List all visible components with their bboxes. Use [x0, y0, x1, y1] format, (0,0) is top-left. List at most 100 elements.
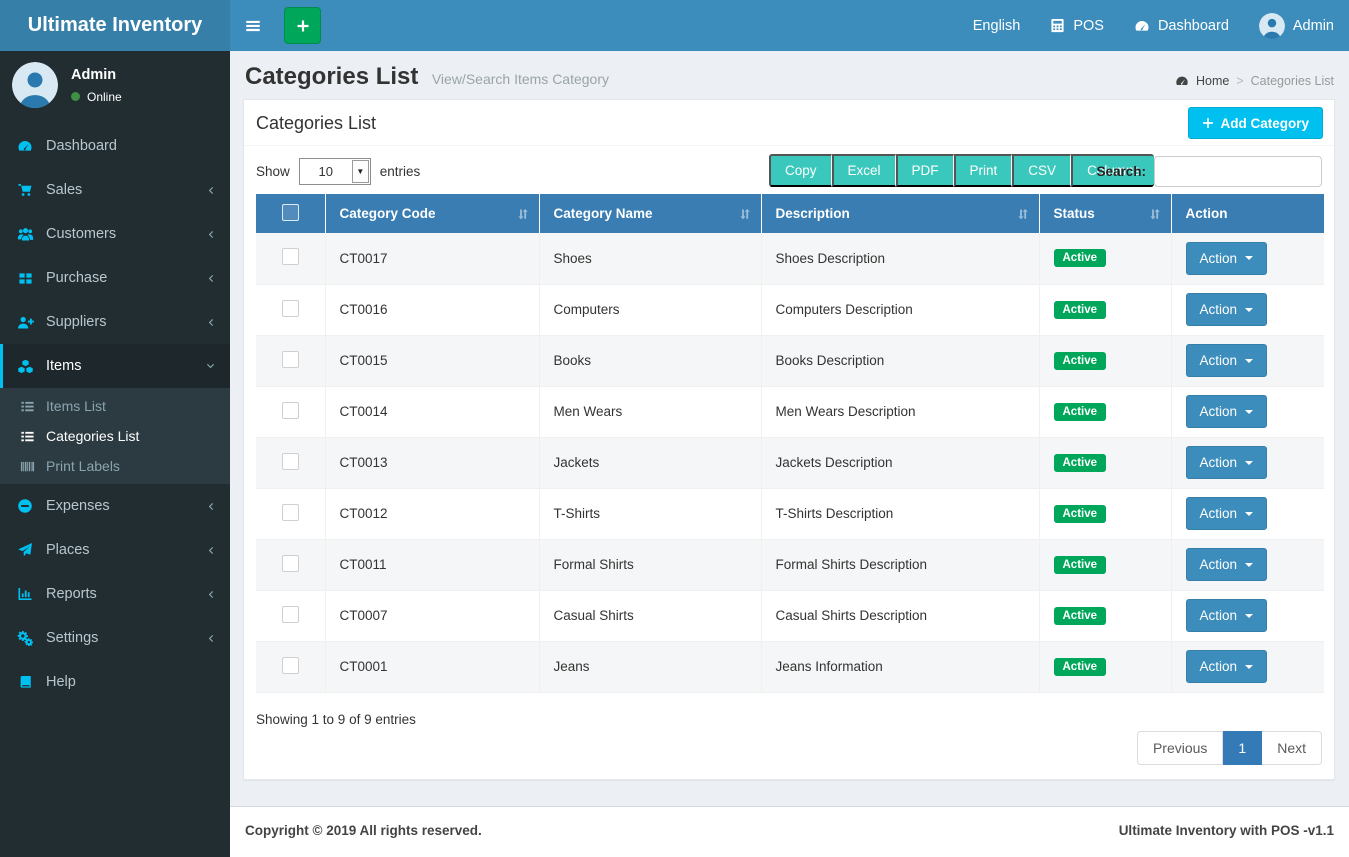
sidebar-item-categories-list[interactable]: Categories List: [0, 421, 230, 451]
pagination-next-button[interactable]: Next: [1262, 731, 1322, 765]
column-header-category-name[interactable]: Category Name: [539, 194, 762, 233]
sidebar-item-sales[interactable]: Sales: [0, 168, 230, 212]
caret-down-icon: [1245, 460, 1254, 465]
action-dropdown-button[interactable]: Action: [1185, 446, 1268, 479]
sidebar-item-settings[interactable]: Settings: [0, 616, 230, 660]
print-button[interactable]: Print: [953, 154, 1013, 187]
table-row: CT0013 Jackets Jackets Description Activ…: [256, 437, 1324, 489]
cell-category-code: CT0007: [325, 590, 540, 642]
pos-link[interactable]: POS: [1035, 0, 1119, 51]
sidebar-item-places[interactable]: Places: [0, 528, 230, 572]
sidebar-item-label: Items List: [46, 398, 106, 414]
search-input[interactable]: [1154, 156, 1322, 187]
sidebar-item-expenses[interactable]: Expenses: [0, 484, 230, 528]
calculator-icon: [1050, 18, 1065, 33]
language-menu[interactable]: English: [958, 0, 1036, 51]
action-dropdown-button[interactable]: Action: [1185, 548, 1268, 581]
row-checkbox[interactable]: [281, 299, 299, 317]
row-checkbox[interactable]: [281, 248, 299, 266]
page-length-value: 10: [318, 164, 334, 179]
row-checkbox[interactable]: [281, 605, 299, 623]
sidebar-user-status[interactable]: Online: [71, 90, 122, 104]
action-dropdown-button[interactable]: Action: [1185, 599, 1268, 632]
pdf-button[interactable]: PDF: [895, 154, 954, 187]
barcode-icon: [17, 459, 37, 474]
app-brand[interactable]: Ultimate Inventory: [0, 0, 230, 51]
sidebar-item-label: Purchase: [46, 270, 108, 286]
cell-description: Casual Shirts Description: [761, 590, 1040, 642]
cell-category-name: Computers: [539, 284, 762, 336]
cell-category-name: Jackets: [539, 437, 762, 489]
table-info: Showing 1 to 9 of 9 entries: [256, 712, 416, 727]
users-icon: [15, 226, 35, 243]
user-label: Admin: [1292, 17, 1334, 34]
sidebar-item-reports[interactable]: Reports: [0, 572, 230, 616]
quick-add-button[interactable]: [284, 7, 321, 44]
row-checkbox[interactable]: [281, 350, 299, 368]
row-checkbox[interactable]: [281, 452, 299, 470]
action-dropdown-button[interactable]: Action: [1185, 344, 1268, 377]
status-badge: Active: [1053, 300, 1107, 319]
row-checkbox[interactable]: [281, 656, 299, 674]
action-dropdown-button[interactable]: Action: [1185, 497, 1268, 530]
column-header-category-code[interactable]: Category Code: [325, 194, 540, 233]
bar-chart-icon: [15, 586, 35, 602]
sidebar-item-help[interactable]: Help: [0, 660, 230, 704]
select-all-checkbox[interactable]: [281, 203, 299, 221]
copy-button[interactable]: Copy: [769, 154, 832, 187]
page-length-select[interactable]: 10 ▼: [298, 158, 371, 185]
select-caret-icon[interactable]: ▼: [351, 160, 369, 183]
dashboard-link[interactable]: Dashboard: [1119, 0, 1244, 51]
sidebar-item-print-labels[interactable]: Print Labels: [0, 451, 230, 481]
sidebar-toggle-button[interactable]: [230, 0, 276, 51]
column-header-description[interactable]: Description: [761, 194, 1040, 233]
content-header: Categories List View/Search Items Catego…: [230, 51, 1349, 99]
pos-label: POS: [1073, 17, 1104, 34]
cell-category-name: Books: [539, 335, 762, 387]
sort-icon: [738, 207, 752, 221]
action-dropdown-button[interactable]: Action: [1185, 241, 1268, 275]
breadcrumb-home[interactable]: Home: [1196, 74, 1229, 88]
caret-down-icon: [1245, 664, 1254, 669]
action-dropdown-button[interactable]: Action: [1185, 395, 1268, 428]
sidebar-item-purchase[interactable]: Purchase: [0, 256, 230, 300]
action-dropdown-button[interactable]: Action: [1185, 650, 1268, 683]
pagination-previous-button[interactable]: Previous: [1136, 731, 1224, 765]
user-plus-icon: [15, 314, 35, 331]
cell-description: Jeans Information: [761, 641, 1040, 693]
row-checkbox[interactable]: [281, 401, 299, 419]
tachometer-icon: [15, 138, 35, 154]
sidebar-item-dashboard[interactable]: Dashboard: [0, 124, 230, 168]
sidebar-item-items-list[interactable]: Items List: [0, 391, 230, 421]
add-category-button[interactable]: Add Category: [1188, 107, 1323, 139]
chevron-left-icon: [205, 185, 216, 196]
table-row: CT0016 Computers Computers Description A…: [256, 284, 1324, 336]
cell-category-name: Casual Shirts: [539, 590, 762, 642]
csv-button[interactable]: CSV: [1012, 154, 1072, 187]
cell-category-name: Formal Shirts: [539, 539, 762, 591]
sidebar-menu: Dashboard Sales Customers Purchase Suppl…: [0, 124, 230, 704]
sidebar-item-label: Items: [46, 358, 82, 374]
cell-category-name: Shoes: [539, 233, 762, 285]
sidebar-item-items[interactable]: Items: [0, 344, 230, 388]
cubes-icon: [15, 358, 35, 375]
search-label: Search:: [1096, 164, 1146, 179]
user-menu[interactable]: Admin: [1244, 0, 1349, 51]
table-header-row: Category Code Category Name Description …: [256, 194, 1324, 233]
cell-category-code: CT0016: [325, 284, 540, 336]
sidebar-item-label: Places: [46, 542, 90, 558]
column-header-status[interactable]: Status: [1039, 194, 1172, 233]
row-checkbox[interactable]: [281, 554, 299, 572]
action-dropdown-button[interactable]: Action: [1185, 293, 1268, 326]
sidebar-item-customers[interactable]: Customers: [0, 212, 230, 256]
list-icon: [17, 399, 37, 414]
pagination-page-1-button[interactable]: 1: [1223, 731, 1263, 765]
excel-button[interactable]: Excel: [831, 154, 896, 187]
cell-description: Jackets Description: [761, 437, 1040, 489]
sidebar-item-suppliers[interactable]: Suppliers: [0, 300, 230, 344]
pagination: Previous 1 Next: [1136, 731, 1322, 765]
cell-category-code: CT0014: [325, 386, 540, 438]
status-badge: Active: [1053, 504, 1107, 523]
row-checkbox[interactable]: [281, 503, 299, 521]
sidebar-item-label: Dashboard: [46, 138, 117, 154]
